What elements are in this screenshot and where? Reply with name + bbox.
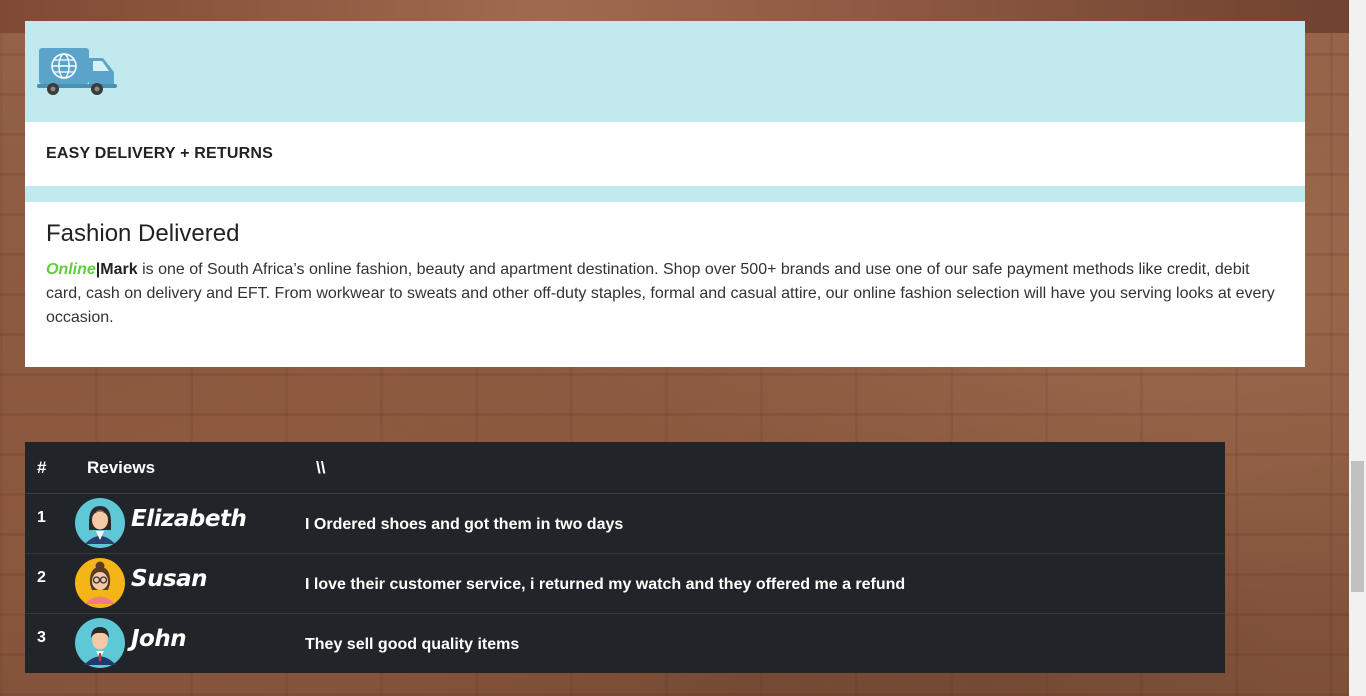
- woman-glasses-avatar-icon: [75, 558, 125, 608]
- brand-mark-text: Mark: [100, 261, 138, 278]
- table-row: 2 Susan I love their customer service, i…: [25, 554, 1225, 614]
- divider-band: [25, 186, 1305, 202]
- table-row: 3 John They sell good quality items: [25, 614, 1225, 673]
- about-description: Online|Mark is one of South Africa’s onl…: [46, 258, 1284, 330]
- scrollbar-thumb[interactable]: [1351, 461, 1364, 592]
- header-num: #: [37, 458, 47, 477]
- reviewer-name: John: [131, 626, 187, 652]
- page-scrollbar[interactable]: [1349, 0, 1366, 696]
- feature-card: EASY DELIVERY + RETURNS Fashion Delivere…: [25, 21, 1305, 367]
- reviewer-name: Elizabeth: [131, 506, 247, 532]
- woman-avatar-icon: [75, 498, 125, 548]
- review-text: I Ordered shoes and got them in two days: [305, 516, 624, 533]
- feature-title: EASY DELIVERY + RETURNS: [46, 145, 274, 162]
- about-description-text: is one of South Africa’s online fashion,…: [46, 261, 1275, 326]
- row-number: 1: [37, 509, 46, 526]
- reviews-table: # Reviews \\ 1 Elizabeth I Ordered shoes…: [25, 442, 1225, 673]
- about-section: Fashion Delivered Online|Mark is one of …: [25, 202, 1305, 330]
- row-number: 2: [37, 569, 46, 586]
- header-extra: \\: [316, 458, 326, 477]
- delivery-truck-icon: [37, 48, 117, 95]
- review-text: They sell good quality items: [305, 636, 520, 653]
- header-reviews: Reviews: [87, 458, 156, 477]
- about-heading: Fashion Delivered: [46, 220, 240, 247]
- reviews-table-header: # Reviews \\: [25, 442, 1225, 494]
- feature-card-header: [25, 21, 1305, 122]
- man-avatar-icon: [75, 618, 125, 668]
- row-number: 3: [37, 629, 46, 646]
- review-text: I love their customer service, i returne…: [305, 576, 906, 593]
- brand-online-text: Online: [46, 261, 96, 278]
- reviewer-name: Susan: [131, 566, 208, 592]
- table-row: 1 Elizabeth I Ordered shoes and got them…: [25, 494, 1225, 554]
